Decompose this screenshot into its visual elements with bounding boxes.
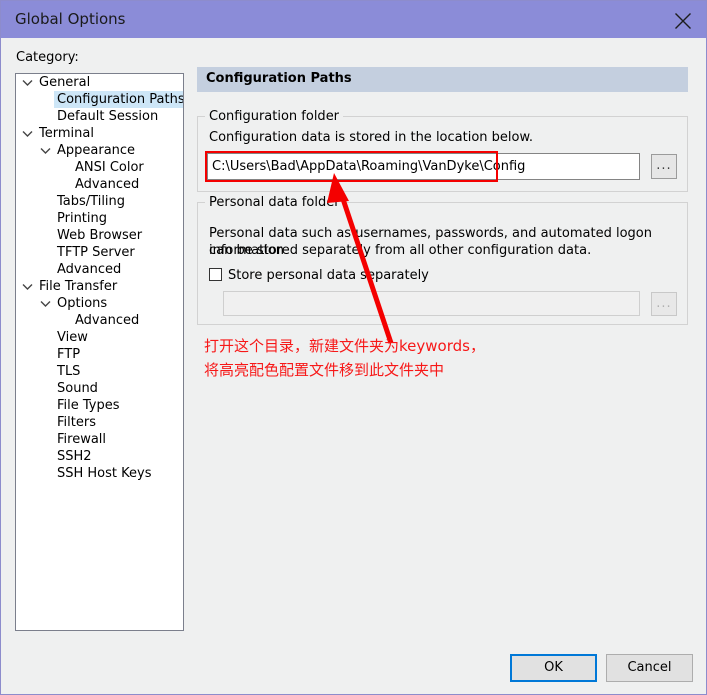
sidebar-item-label: Firewall — [57, 432, 107, 447]
title-bar: Global Options — [1, 1, 706, 38]
sidebar-item-sound[interactable]: Sound — [16, 380, 183, 397]
sidebar-item-label: SSH2 — [57, 449, 92, 464]
annotation-text-line2: 将高亮配色配置文件移到此文件夹中 — [204, 361, 445, 379]
sidebar-item-filters[interactable]: Filters — [16, 414, 183, 431]
page-title: Configuration Paths — [206, 71, 352, 86]
sidebar-item-web-browser[interactable]: Web Browser — [16, 227, 183, 244]
sidebar-item-ssh-host-keys[interactable]: SSH Host Keys — [16, 465, 183, 482]
sidebar-item-advanced[interactable]: Advanced — [16, 312, 183, 329]
sidebar-item-label: Advanced — [57, 262, 122, 277]
configuration-folder-legend: Configuration folder — [205, 109, 344, 124]
sidebar-item-advanced[interactable]: Advanced — [16, 176, 183, 193]
sidebar-item-default-session[interactable]: Default Session — [16, 108, 183, 125]
sidebar-item-label: Options — [57, 296, 108, 311]
sidebar-item-advanced[interactable]: Advanced — [16, 261, 183, 278]
sidebar-item-ftp[interactable]: FTP — [16, 346, 183, 363]
sidebar-item-label: TFTP Server — [57, 245, 135, 260]
sidebar-item-label: SSH Host Keys — [57, 466, 152, 481]
store-personal-data-label: Store personal data separately — [228, 268, 429, 283]
sidebar-item-label: FTP — [57, 347, 81, 362]
ok-button[interactable]: OK — [510, 654, 597, 682]
annotation-text: 打开这个目录，新建文件夹为keywords， 将高亮配色配置文件移到此文件夹中 — [204, 334, 485, 382]
window-title: Global Options — [15, 10, 126, 28]
annotation-text-line1: 打开这个目录，新建文件夹为keywords， — [204, 337, 485, 355]
panel-header: Configuration Paths — [197, 67, 688, 92]
sidebar-item-ssh2[interactable]: SSH2 — [16, 448, 183, 465]
sidebar-item-label: Tabs/Tiling — [57, 194, 126, 209]
sidebar-item-label: Appearance — [57, 143, 136, 158]
category-tree[interactable]: General Configuration Paths Default Sessio… — [15, 73, 184, 631]
cancel-button[interactable]: Cancel — [606, 654, 693, 682]
sidebar-item-terminal[interactable]: Terminal — [16, 125, 183, 142]
close-icon[interactable] — [660, 1, 706, 38]
personal-data-path-input[interactable] — [223, 291, 640, 316]
sidebar-item-options[interactable]: Options — [16, 295, 183, 312]
chevron-down-icon[interactable] — [22, 125, 33, 142]
store-personal-data-checkbox[interactable]: Store personal data separately — [209, 268, 429, 283]
chevron-down-icon[interactable] — [40, 142, 51, 159]
sidebar-item-appearance[interactable]: Appearance — [16, 142, 183, 159]
personal-data-folder-legend: Personal data folder — [205, 195, 344, 210]
sidebar-item-file-transfer[interactable]: File Transfer — [16, 278, 183, 295]
sidebar-item-label: General — [39, 75, 91, 90]
sidebar-item-printing[interactable]: Printing — [16, 210, 183, 227]
sidebar-item-tftp-server[interactable]: TFTP Server — [16, 244, 183, 261]
sidebar-item-label: Printing — [57, 211, 108, 226]
sidebar-item-label: ANSI Color — [75, 160, 144, 175]
sidebar-item-label: Web Browser — [57, 228, 143, 243]
sidebar-item-label: TLS — [57, 364, 81, 379]
sidebar-item-label: Configuration Paths — [54, 91, 183, 108]
sidebar-item-label: Terminal — [39, 126, 94, 141]
sidebar-item-tls[interactable]: TLS — [16, 363, 183, 380]
configuration-folder-description: Configuration data is stored in the loca… — [209, 130, 534, 145]
sidebar-item-label: Filters — [57, 415, 96, 430]
sidebar-item-tabs-tiling[interactable]: Tabs/Tiling — [16, 193, 183, 210]
personal-data-path-browse-button[interactable]: ... — [651, 292, 677, 316]
sidebar-item-label: File Types — [57, 398, 120, 413]
sidebar-item-view[interactable]: View — [16, 329, 183, 346]
sidebar-item-file-types[interactable]: File Types — [16, 397, 183, 414]
sidebar-item-label: File Transfer — [39, 279, 118, 294]
sidebar-item-label: Advanced — [75, 177, 140, 192]
checkbox-box[interactable] — [209, 268, 222, 281]
personal-data-description-line2: can be stored separately from all other … — [209, 243, 592, 258]
configuration-path-browse-button[interactable]: ... — [651, 154, 677, 179]
sidebar-item-firewall[interactable]: Firewall — [16, 431, 183, 448]
sidebar-item-general[interactable]: General — [16, 74, 183, 91]
sidebar-item-ansi-color[interactable]: ANSI Color — [16, 159, 183, 176]
sidebar-item-configuration-paths[interactable]: Configuration Paths — [16, 91, 183, 108]
category-label: Category: — [16, 50, 79, 65]
configuration-path-input[interactable]: C:\Users\Bad\AppData\Roaming\VanDyke\Con… — [207, 153, 640, 180]
sidebar-item-label: Advanced — [75, 313, 140, 328]
global-options-dialog: Global Options Category: General Configur… — [0, 0, 707, 695]
sidebar-item-label: Default Session — [57, 109, 159, 124]
sidebar-item-label: View — [57, 330, 88, 345]
sidebar-item-label: Sound — [57, 381, 98, 396]
chevron-down-icon[interactable] — [22, 74, 33, 91]
chevron-down-icon[interactable] — [40, 295, 51, 312]
chevron-down-icon[interactable] — [22, 278, 33, 295]
